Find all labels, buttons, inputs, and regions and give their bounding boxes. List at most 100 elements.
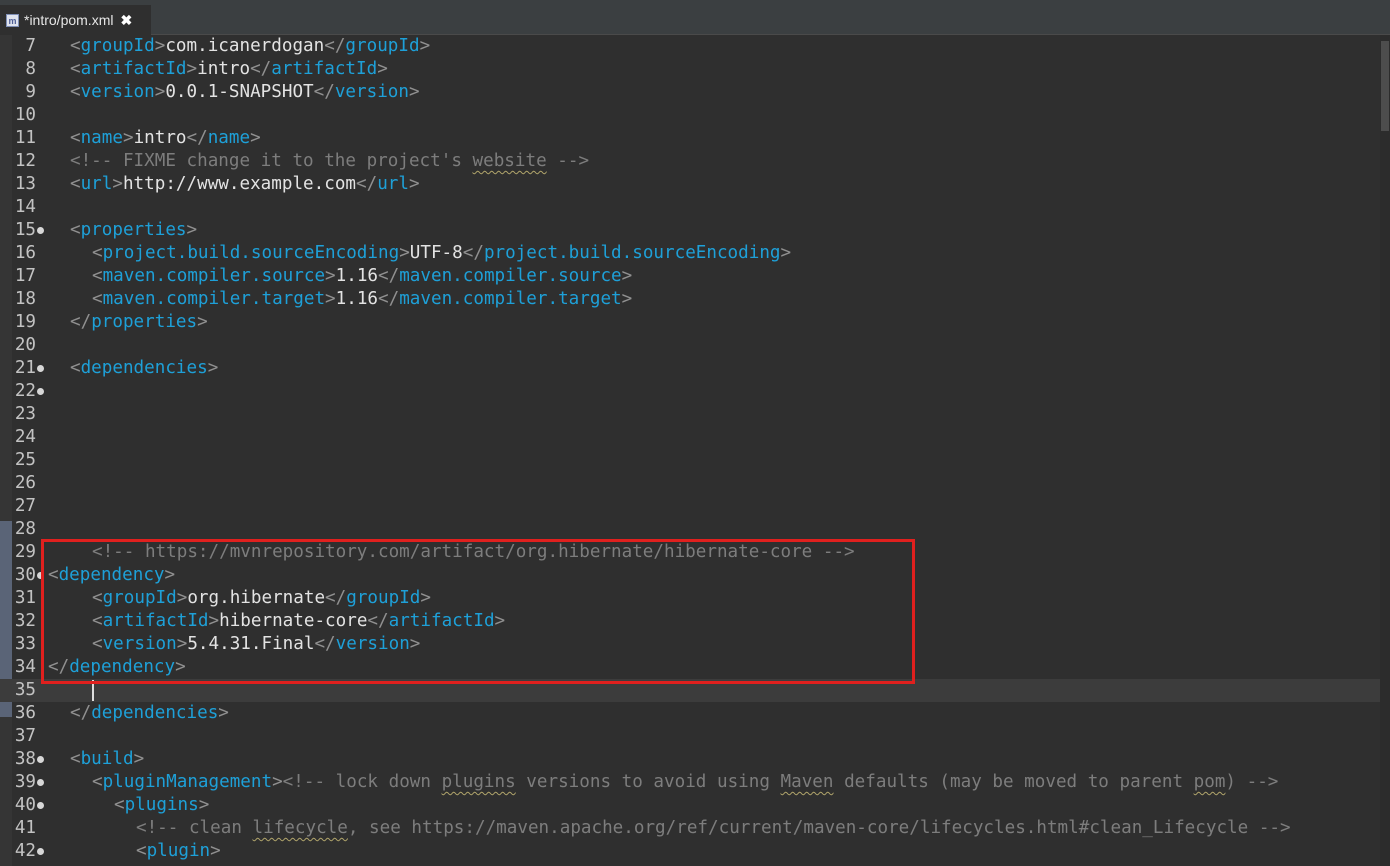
vertical-scrollbar[interactable] bbox=[1380, 35, 1390, 866]
xml-tag-name: maven.compiler.target bbox=[102, 289, 326, 309]
fold-toggle-icon[interactable] bbox=[37, 779, 44, 786]
code-line[interactable]: 24 bbox=[0, 426, 1380, 449]
xml-tag-name: maven.compiler.source bbox=[102, 266, 326, 286]
xml-bracket: </ bbox=[325, 588, 347, 608]
line-number: 34 bbox=[14, 657, 36, 677]
xml-text: hibernate-core bbox=[219, 611, 368, 631]
xml-comment: pom bbox=[1193, 772, 1226, 792]
fold-toggle-icon[interactable] bbox=[37, 802, 44, 809]
line-number: 40 bbox=[14, 795, 36, 815]
code-line[interactable]: 14 bbox=[0, 196, 1380, 219]
xml-bracket: < bbox=[92, 243, 103, 263]
xml-bracket: < bbox=[92, 634, 103, 654]
xml-bracket: > bbox=[272, 772, 283, 792]
xml-bracket: </ bbox=[367, 611, 389, 631]
editor-tab-bar: m *intro/pom.xml ✖ bbox=[0, 0, 1390, 35]
code-line[interactable]: 20 bbox=[0, 334, 1380, 357]
fold-toggle-icon[interactable] bbox=[37, 388, 44, 395]
code-line[interactable]: 30 <dependency> bbox=[0, 564, 1380, 587]
code-line[interactable]: 19 </properties> bbox=[0, 311, 1380, 334]
code-line[interactable]: 37 bbox=[0, 725, 1380, 748]
code-line[interactable]: 12 <!-- FIXME change it to the project's … bbox=[0, 150, 1380, 173]
xml-bracket: < bbox=[70, 36, 81, 56]
xml-bracket: > bbox=[494, 611, 506, 631]
code-line[interactable]: 15 <properties> bbox=[0, 219, 1380, 242]
code-line[interactable]: 17 <maven.compiler.source>1.16</maven.com… bbox=[0, 265, 1380, 288]
code-line[interactable]: 22 bbox=[0, 380, 1380, 403]
code-line[interactable]: 8 <artifactId>intro</artifactId> bbox=[0, 58, 1380, 81]
xml-tag-name: maven.compiler.source bbox=[399, 266, 622, 286]
code-line[interactable]: 32 <artifactId>hibernate-core</artifactId… bbox=[0, 610, 1380, 633]
xml-bracket: > bbox=[250, 128, 261, 148]
xml-bracket: > bbox=[176, 588, 188, 608]
code-line[interactable]: 9 <version>0.0.1-SNAPSHOT</version> bbox=[0, 81, 1380, 104]
code-line[interactable]: 41 <!-- clean lifecycle, see https://mave… bbox=[0, 817, 1380, 840]
code-line[interactable]: 39 <pluginManagement><!-- lock down plugi… bbox=[0, 771, 1380, 794]
xml-bracket: </ bbox=[356, 174, 378, 194]
xml-bracket: < bbox=[70, 82, 81, 102]
line-number: 20 bbox=[14, 335, 36, 355]
code-line[interactable]: 21 <dependencies> bbox=[0, 357, 1380, 380]
code-line[interactable]: 33 <version>5.4.31.Final</version> bbox=[0, 633, 1380, 656]
xml-tag-name: name bbox=[207, 128, 251, 148]
fold-toggle-icon[interactable] bbox=[37, 227, 44, 234]
code-line[interactable]: 10 bbox=[0, 104, 1380, 127]
line-code: <build> bbox=[70, 748, 144, 771]
fold-toggle-icon[interactable] bbox=[37, 572, 44, 579]
xml-bracket: > bbox=[208, 611, 220, 631]
code-line[interactable]: 13 <url>http://www.example.com</url> bbox=[0, 173, 1380, 196]
fold-toggle-icon[interactable] bbox=[37, 365, 44, 372]
xml-bracket: </ bbox=[378, 266, 400, 286]
xml-bracket: > bbox=[207, 358, 219, 378]
xml-bracket: > bbox=[122, 128, 134, 148]
code-line[interactable]: 18 <maven.compiler.target>1.16</maven.com… bbox=[0, 288, 1380, 311]
tab-pom-xml[interactable]: m *intro/pom.xml ✖ bbox=[0, 5, 151, 35]
xml-text: 0.0.1-SNAPSHOT bbox=[165, 82, 314, 102]
line-number: 15 bbox=[14, 220, 36, 240]
code-line[interactable]: 7 <groupId>com.icanerdogan</groupId> bbox=[0, 35, 1380, 58]
xml-bracket: > bbox=[325, 266, 336, 286]
code-line[interactable]: 11 <name>intro</name> bbox=[0, 127, 1380, 150]
xml-bracket: </ bbox=[462, 243, 484, 263]
xml-bracket: > bbox=[420, 588, 431, 608]
code-line[interactable]: 23 bbox=[0, 403, 1380, 426]
fold-toggle-icon[interactable] bbox=[37, 848, 44, 855]
xml-comment: website bbox=[472, 151, 547, 171]
line-number: 23 bbox=[14, 404, 36, 424]
code-line[interactable]: 29 <!-- https://mvnrepository.com/artifac… bbox=[0, 541, 1380, 564]
xml-comment: lifecycle bbox=[252, 818, 348, 838]
code-line[interactable]: 28 bbox=[0, 518, 1380, 541]
code-line[interactable]: 40 <plugins> bbox=[0, 794, 1380, 817]
xml-bracket: </ bbox=[250, 59, 272, 79]
line-code: <!-- clean lifecycle, see https://maven.… bbox=[136, 817, 1291, 840]
xml-bracket: < bbox=[92, 611, 103, 631]
line-code: <!-- https://mvnrepository.com/artifact/… bbox=[92, 541, 855, 564]
xml-tag-name: dependencies bbox=[91, 703, 219, 723]
xml-text: 1.16 bbox=[335, 266, 379, 286]
code-line[interactable]: 35 bbox=[0, 679, 1380, 702]
line-number: 35 bbox=[14, 680, 36, 700]
xml-bracket: > bbox=[164, 565, 176, 585]
xml-bracket: </ bbox=[48, 657, 70, 677]
scrollbar-thumb[interactable] bbox=[1381, 41, 1389, 131]
line-code: <url>http://www.example.com</url> bbox=[70, 173, 420, 196]
close-icon[interactable]: ✖ bbox=[120, 12, 132, 29]
code-line[interactable]: 42 <plugin> bbox=[0, 840, 1380, 863]
code-line[interactable]: 36 </dependencies> bbox=[0, 702, 1380, 725]
code-line[interactable]: 38 <build> bbox=[0, 748, 1380, 771]
code-line[interactable]: 34 </dependency> bbox=[0, 656, 1380, 679]
code-line[interactable]: 27 bbox=[0, 495, 1380, 518]
line-code: <version>5.4.31.Final</version> bbox=[92, 633, 420, 656]
fold-toggle-icon[interactable] bbox=[37, 756, 44, 763]
code-line[interactable]: 26 bbox=[0, 472, 1380, 495]
code-line[interactable]: 16 <project.build.sourceEncoding>UTF-8</p… bbox=[0, 242, 1380, 265]
xml-bracket: > bbox=[621, 266, 633, 286]
line-number: 21 bbox=[14, 358, 36, 378]
xml-bracket: < bbox=[70, 220, 81, 240]
xml-comment: versions to avoid using bbox=[515, 772, 781, 792]
code-line[interactable]: 31 <groupId>org.hibernate</groupId> bbox=[0, 587, 1380, 610]
xml-bracket: </ bbox=[378, 289, 400, 309]
xml-editor[interactable]: 7 <groupId>com.icanerdogan</groupId> 8 <art… bbox=[0, 35, 1390, 866]
code-line[interactable]: 25 bbox=[0, 449, 1380, 472]
line-code: </properties> bbox=[70, 311, 208, 334]
